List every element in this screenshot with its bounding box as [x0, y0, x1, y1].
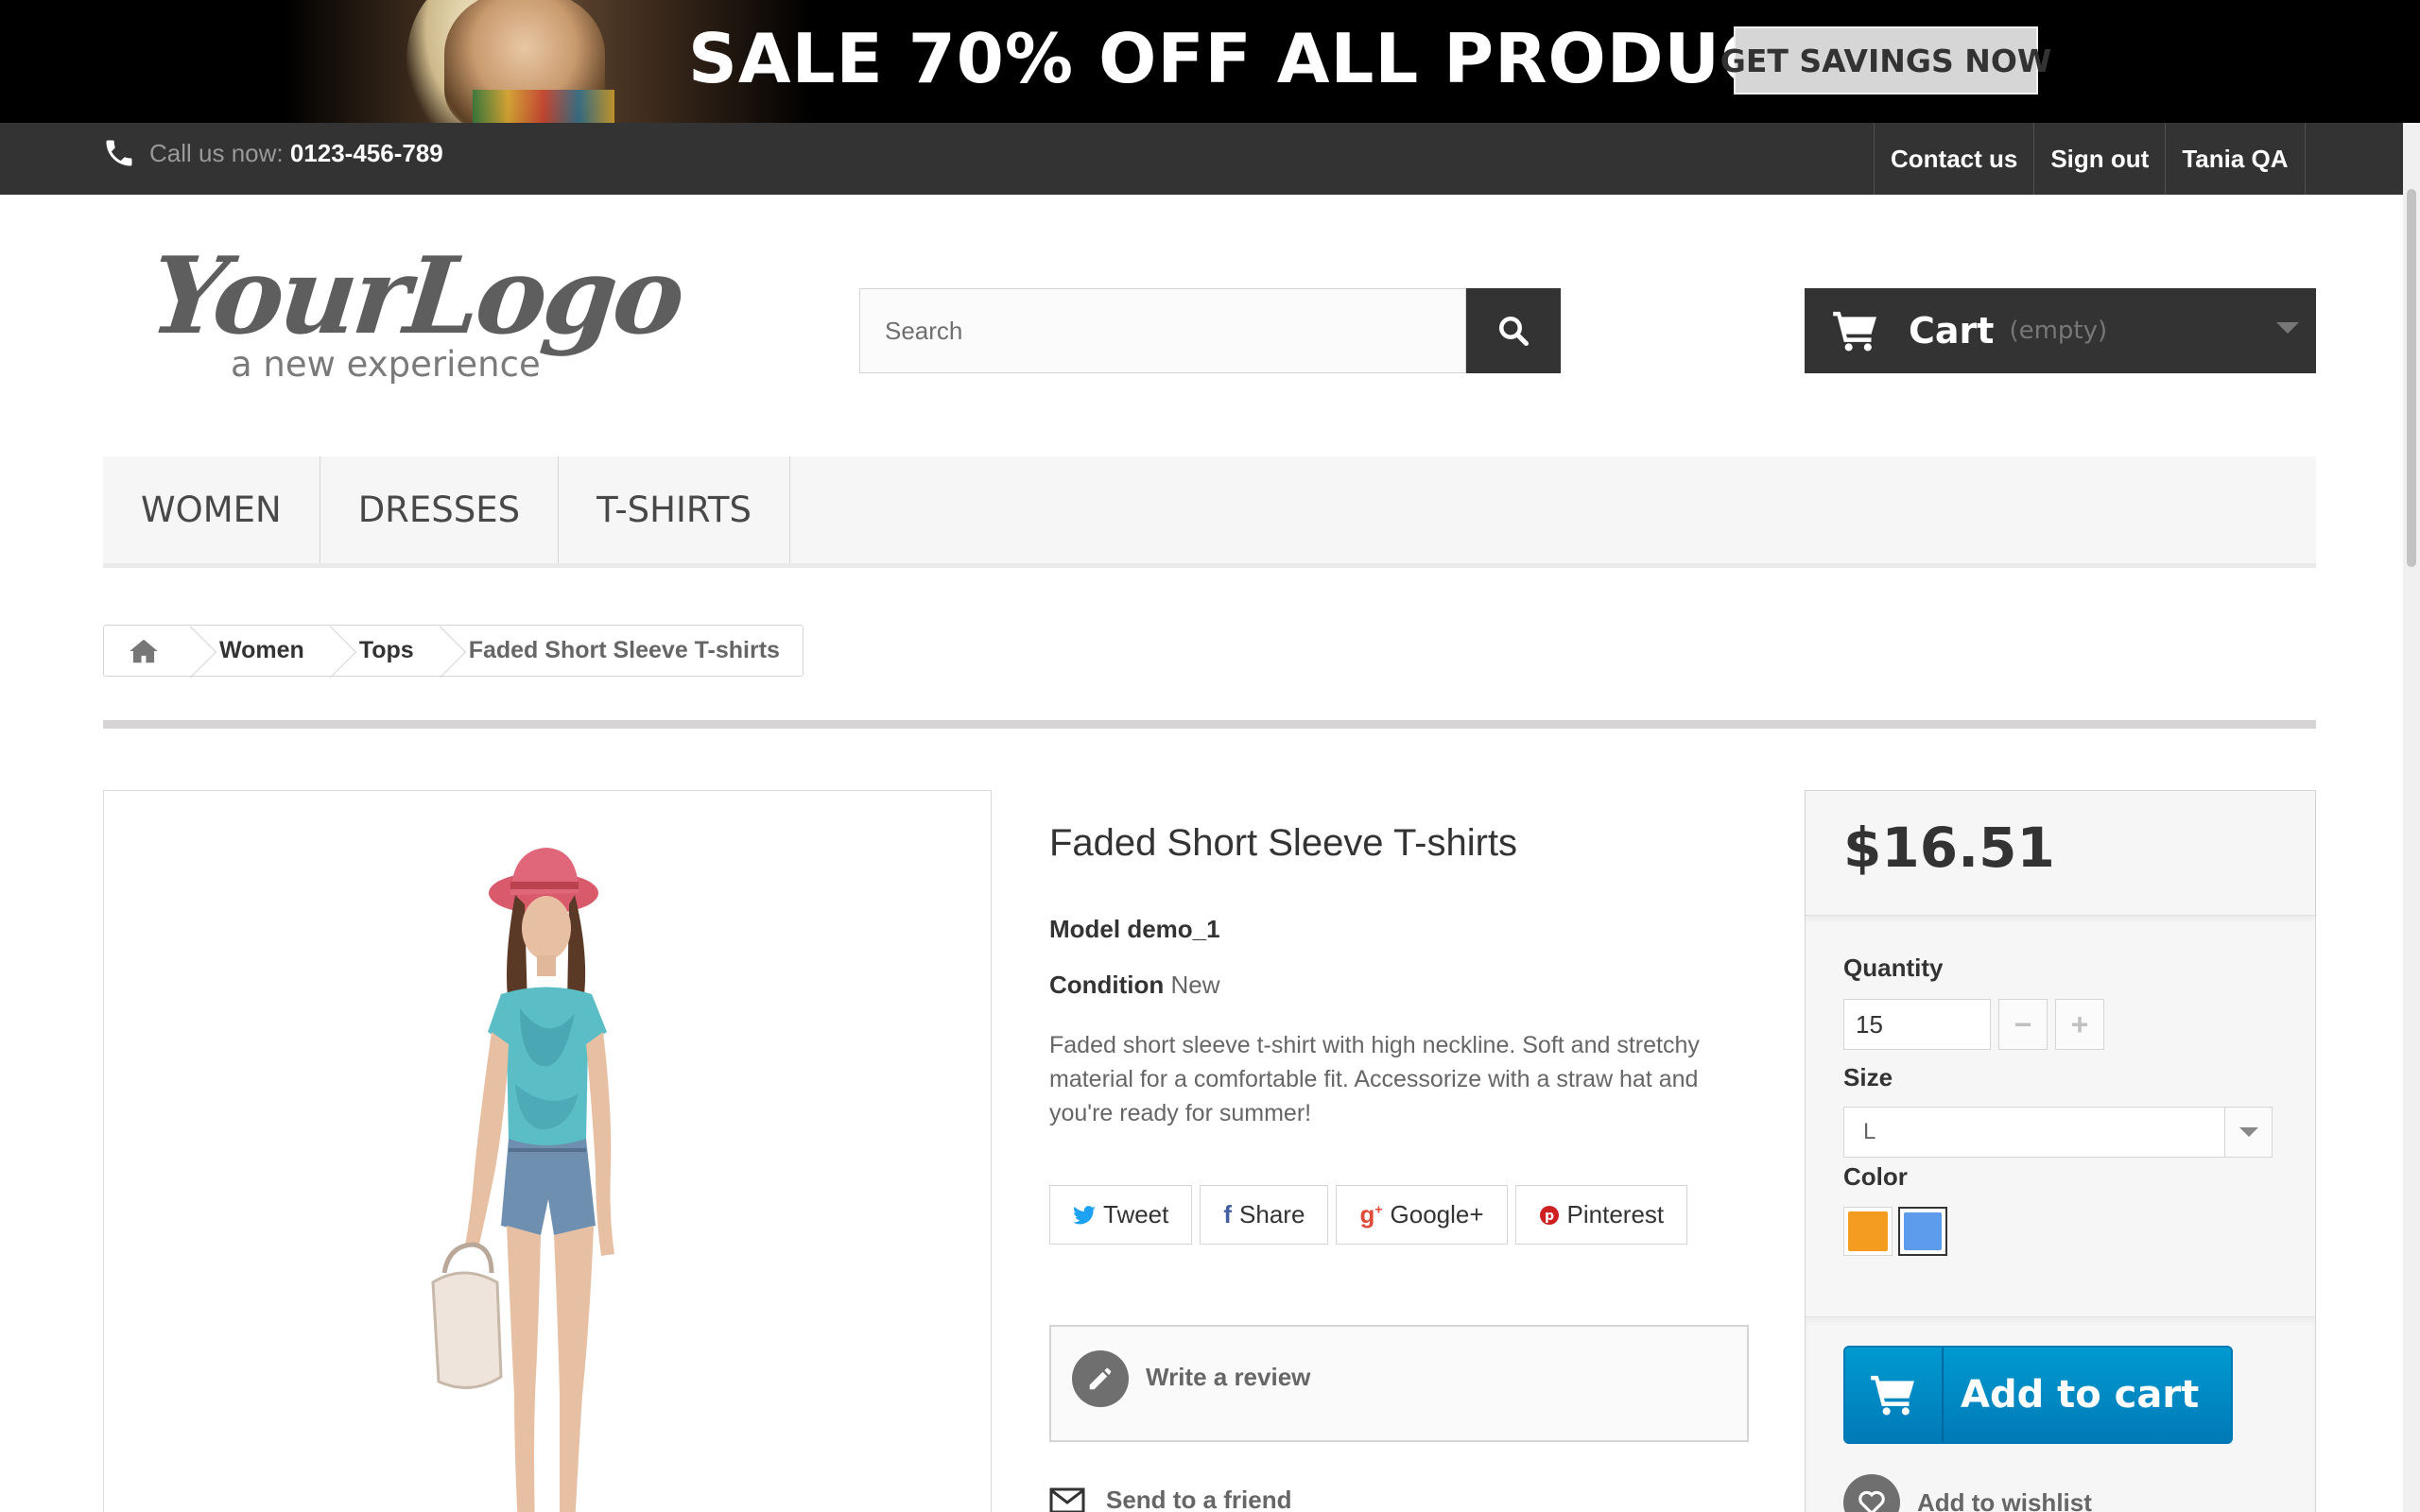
scrollbar-thumb[interactable] [2407, 189, 2416, 567]
user-links: Contact us Sign out Tania QA [1874, 123, 2306, 195]
account-link[interactable]: Tania QA [2165, 123, 2306, 195]
model-value: demo_1 [1127, 915, 1220, 943]
cart-status: (empty) [2009, 317, 2108, 345]
menu-item-dresses[interactable]: DRESSES [320, 456, 560, 563]
social-share: Tweet f Share g+ Google+ p Pinterest [1049, 1185, 1688, 1245]
twitter-icon [1073, 1205, 1096, 1224]
pinterest-button[interactable]: p Pinterest [1514, 1185, 1688, 1245]
tweet-button[interactable]: Tweet [1049, 1185, 1193, 1245]
swatch-fill [1904, 1212, 1942, 1250]
product-title: Faded Short Sleeve T-shirts [1049, 822, 1518, 864]
google-label: Google+ [1390, 1200, 1484, 1228]
product-description: Faded short sleeve t-shirt with high nec… [1049, 1032, 1700, 1126]
add-to-cart-label: Add to cart [1961, 1373, 2200, 1417]
phone-number: 0123-456-789 [289, 138, 443, 167]
promo-banner[interactable]: SALE 70% OFF ALL PRODUCTS GET SAVINGS NO… [0, 0, 2420, 123]
banner-scarf [473, 90, 614, 123]
site-logo[interactable]: YourLogo a new experience [145, 234, 690, 395]
facebook-share-button[interactable]: f Share [1200, 1185, 1329, 1245]
size-label: Size [1843, 1063, 1893, 1091]
write-review-box[interactable]: Write a review [1049, 1325, 1749, 1442]
product-model: Model demo_1 [1049, 915, 1220, 944]
color-swatch-blue[interactable] [1898, 1207, 1947, 1256]
chevron-down-icon [2276, 322, 2299, 334]
top-nav-bar: Call us now: 0123-456-789 Contact us Sig… [0, 123, 2420, 195]
phone-info: Call us now: 0123-456-789 [102, 136, 443, 170]
search-bar [859, 288, 1561, 373]
product-image[interactable] [103, 790, 992, 1512]
cart-label: Cart [1909, 310, 1995, 352]
product-photo [431, 848, 614, 1512]
model-label: Model [1049, 915, 1121, 943]
swatch-fill [1848, 1211, 1888, 1251]
call-us-label: Call us now: [149, 138, 290, 167]
contact-us-link[interactable]: Contact us [1874, 123, 2033, 195]
product-condition: Condition New [1049, 971, 1220, 1000]
add-to-cart-section: Add to cart Add to wishlist [1806, 1316, 2315, 1512]
logo-tagline: a new experience [231, 344, 541, 385]
cart-dropdown[interactable]: Cart (empty) [1805, 288, 2316, 373]
main-menu: WOMEN DRESSES T-SHIRTS [103, 456, 2316, 568]
cart-icon [1833, 311, 1876, 352]
call-us-text: Call us now: 0123-456-789 [149, 139, 443, 168]
chevron-down-icon [2224, 1108, 2272, 1157]
sign-out-link[interactable]: Sign out [2033, 123, 2165, 195]
share-label: Share [1239, 1200, 1305, 1228]
phone-icon [106, 140, 132, 166]
quantity-input[interactable] [1843, 999, 1991, 1050]
write-review-link[interactable]: Write a review [1146, 1363, 1310, 1392]
page-divider [103, 720, 2316, 729]
condition-value: New [1170, 971, 1220, 999]
quantity-decrease-button[interactable]: − [1998, 999, 2048, 1050]
facebook-icon: f [1223, 1200, 1233, 1228]
breadcrumb-current: Faded Short Sleeve T-shirts [468, 637, 780, 663]
add-cart-icon-box [1845, 1348, 1944, 1442]
search-input[interactable] [859, 288, 1466, 373]
size-select[interactable]: L [1843, 1107, 2273, 1158]
pinterest-icon: p [1539, 1205, 1559, 1225]
pencil-icon [1072, 1350, 1129, 1407]
wishlist-label: Add to wishlist [1917, 1487, 2092, 1512]
quantity-increase-button[interactable]: + [2055, 999, 2104, 1050]
send-to-friend[interactable]: Send to a friend [1049, 1486, 1291, 1512]
breadcrumb: Women Tops Faded Short Sleeve T-shirts [103, 625, 804, 677]
cart-icon [1871, 1375, 1914, 1416]
svg-text:p: p [1545, 1209, 1554, 1224]
page-scrollbar[interactable] [2403, 123, 2420, 1512]
buy-box: $16.51 Quantity − + Size L Color Add to … [1805, 790, 2316, 1512]
add-to-wishlist[interactable]: Add to wishlist [1843, 1474, 2092, 1512]
menu-item-women[interactable]: WOMEN [103, 456, 320, 563]
color-swatch-orange[interactable] [1843, 1207, 1893, 1256]
get-savings-button[interactable]: GET SAVINGS NOW [1720, 26, 2051, 94]
condition-label: Condition [1049, 971, 1165, 999]
plus-icon: + [2070, 1007, 2089, 1041]
send-friend-label: Send to a friend [1106, 1486, 1292, 1512]
color-label: Color [1843, 1162, 1908, 1191]
tweet-label: Tweet [1103, 1200, 1169, 1228]
home-icon [130, 639, 158, 662]
search-icon [1499, 317, 1530, 347]
quantity-label: Quantity [1843, 954, 1944, 982]
banner-headline: SALE 70% OFF ALL PRODUCTS [688, 19, 1869, 98]
envelope-icon [1049, 1487, 1085, 1512]
price-area: $16.51 [1806, 791, 2315, 916]
heart-icon [1843, 1474, 1900, 1512]
google-plus-icon: g+ [1359, 1200, 1383, 1228]
logo-wordmark: YourLogo [145, 234, 687, 358]
menu-item-tshirts[interactable]: T-SHIRTS [559, 456, 790, 563]
minus-icon: − [2014, 1007, 2032, 1041]
pinterest-label: Pinterest [1566, 1200, 1665, 1228]
product-price: $16.51 [1843, 816, 2055, 880]
google-plus-button[interactable]: g+ Google+ [1336, 1185, 1508, 1245]
size-value: L [1863, 1119, 1876, 1144]
add-to-cart-button[interactable]: Add to cart [1843, 1346, 2233, 1444]
search-button[interactable] [1466, 288, 1561, 373]
